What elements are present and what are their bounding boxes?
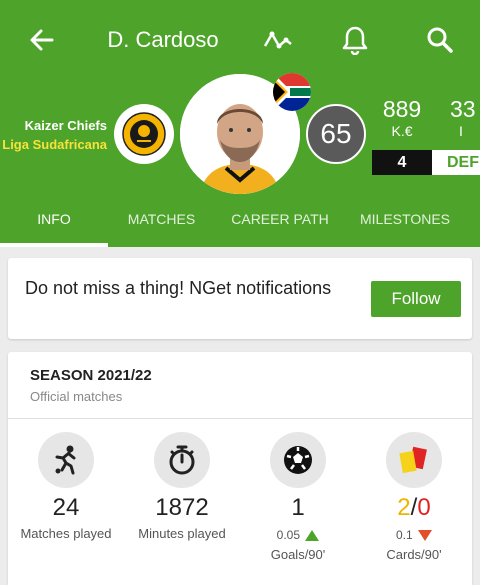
club-logo[interactable] xyxy=(114,104,174,164)
matches-played-label: Matches played xyxy=(20,526,112,541)
trend-down-icon xyxy=(418,530,433,542)
tab-career-path[interactable]: CAREER PATH xyxy=(215,211,345,227)
tab-matches[interactable]: MATCHES xyxy=(108,211,215,227)
south-africa-flag-icon xyxy=(273,73,311,111)
market-value: 889 xyxy=(382,96,422,122)
goals-per90: 0.05 xyxy=(240,528,356,542)
league-name[interactable]: Liga Sudafricana xyxy=(2,137,107,152)
player-header: D. Cardoso Kaizer Chiefs Liga Sudafrican… xyxy=(0,0,480,247)
trend-up-icon xyxy=(305,530,320,542)
red-cards-value: 0 xyxy=(417,494,431,521)
cards-icon xyxy=(386,432,442,488)
search-icon[interactable] xyxy=(420,20,460,60)
shirt-number: 4 xyxy=(372,150,432,175)
tab-milestones[interactable]: MILESTONES xyxy=(345,211,465,227)
position-badge: DEF xyxy=(432,150,480,175)
bell-icon[interactable] xyxy=(335,20,375,60)
player-age-unit: I xyxy=(459,123,463,139)
season-title: SEASON 2021/22 xyxy=(30,367,152,384)
follow-button[interactable]: Follow xyxy=(371,281,461,317)
club-name[interactable]: Kaizer Chiefs xyxy=(25,118,107,133)
cards-per90: 0.1 xyxy=(356,528,472,542)
active-tab-indicator xyxy=(0,243,108,247)
cards-per90-label: Cards/90' xyxy=(386,547,442,562)
notification-text: Do not miss a thing! NGet notifications xyxy=(25,278,332,298)
club-crest-icon xyxy=(122,112,166,156)
yellow-cards-value: 2 xyxy=(397,494,411,521)
goals-value: 1 xyxy=(291,494,305,521)
player-age: 33 xyxy=(450,96,476,122)
cards-per90-value: 0.1 xyxy=(395,528,413,542)
stopwatch-icon xyxy=(154,432,210,488)
trend-line-icon[interactable] xyxy=(258,20,298,60)
player-kicking-icon xyxy=(38,432,94,488)
cards-value: 2/0 xyxy=(356,494,472,522)
divider xyxy=(8,418,472,419)
goals-per90-label: Goals/90' xyxy=(270,547,326,562)
season-subtitle: Official matches xyxy=(30,389,123,404)
season-card: SEASON 2021/22 Official matches 24 Match… xyxy=(8,352,472,585)
market-value-unit: K.€ xyxy=(391,123,413,139)
matches-played-value: 24 xyxy=(52,494,80,521)
goals-per90-value: 0.05 xyxy=(276,528,300,542)
minutes-played-value: 1872 xyxy=(155,494,209,521)
page-title: D. Cardoso xyxy=(107,27,219,52)
player-rating: 65 xyxy=(306,104,366,164)
tab-info[interactable]: INFO xyxy=(0,211,108,227)
notification-card: Do not miss a thing! NGet notifications … xyxy=(8,258,472,339)
football-icon xyxy=(270,432,326,488)
back-arrow-icon[interactable] xyxy=(22,20,62,60)
top-bar: D. Cardoso xyxy=(0,0,480,82)
minutes-played-label: Minutes played xyxy=(138,526,226,541)
